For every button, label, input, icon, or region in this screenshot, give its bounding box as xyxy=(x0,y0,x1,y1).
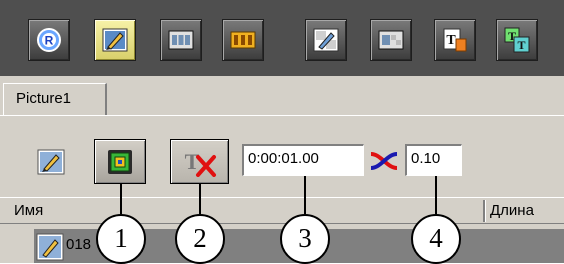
record-r-button[interactable]: R xyxy=(28,19,70,61)
svg-text:R: R xyxy=(45,34,54,48)
duration-input[interactable]: 0:00:01.00 xyxy=(242,144,364,176)
delete-effect-button[interactable]: T xyxy=(170,139,229,184)
callout-line-3 xyxy=(304,176,306,214)
text-page-button[interactable]: T xyxy=(434,19,476,61)
callout-2: 2 xyxy=(175,214,225,264)
callout-line-4 xyxy=(435,176,437,214)
svg-text:T: T xyxy=(517,38,525,52)
green-square-icon xyxy=(108,150,132,174)
film-strip-button[interactable] xyxy=(160,19,202,61)
column-separator[interactable] xyxy=(483,200,486,222)
callout-4: 4 xyxy=(411,214,461,264)
picture-pencil-icon xyxy=(102,28,128,52)
text-page-icon: T xyxy=(443,28,467,52)
record-r-icon: R xyxy=(37,28,61,52)
text-overlay-button[interactable]: T T xyxy=(496,19,538,61)
table-header: Имя Длина xyxy=(0,197,564,224)
crossfade-icon xyxy=(370,152,398,170)
tab-divider xyxy=(0,115,564,116)
callout-3: 3 xyxy=(280,214,330,264)
text-delete-icon: T xyxy=(185,149,216,177)
speed-input[interactable]: 0.10 xyxy=(405,144,462,176)
svg-text:T: T xyxy=(185,149,200,174)
callout-line-1 xyxy=(120,184,122,214)
callout-line-2 xyxy=(199,184,201,214)
picture-checker-button[interactable] xyxy=(305,19,347,61)
tab-label: Picture1 xyxy=(16,90,72,107)
main-toolbar: R T T T xyxy=(0,0,564,76)
tab-picture1[interactable]: Picture1 xyxy=(3,83,107,115)
column-header-length[interactable]: Длина xyxy=(490,202,534,219)
film-yellow-icon xyxy=(230,31,256,49)
picture-pencil-button[interactable] xyxy=(94,19,136,61)
film-yellow-button[interactable] xyxy=(222,19,264,61)
callout-1: 1 xyxy=(96,214,146,264)
film-strip-icon xyxy=(168,30,194,50)
film-checker-button[interactable] xyxy=(370,19,412,61)
column-header-name[interactable]: Имя xyxy=(14,202,43,219)
apply-effect-button[interactable] xyxy=(94,139,146,184)
row-name: 018 xyxy=(66,236,92,253)
text-overlay-icon: T T xyxy=(504,27,530,53)
film-checker-icon xyxy=(378,30,404,50)
picture-pencil-icon xyxy=(36,233,64,261)
picture-checker-icon xyxy=(313,28,339,52)
picture-pencil-icon xyxy=(37,149,65,175)
svg-text:T: T xyxy=(446,33,456,48)
